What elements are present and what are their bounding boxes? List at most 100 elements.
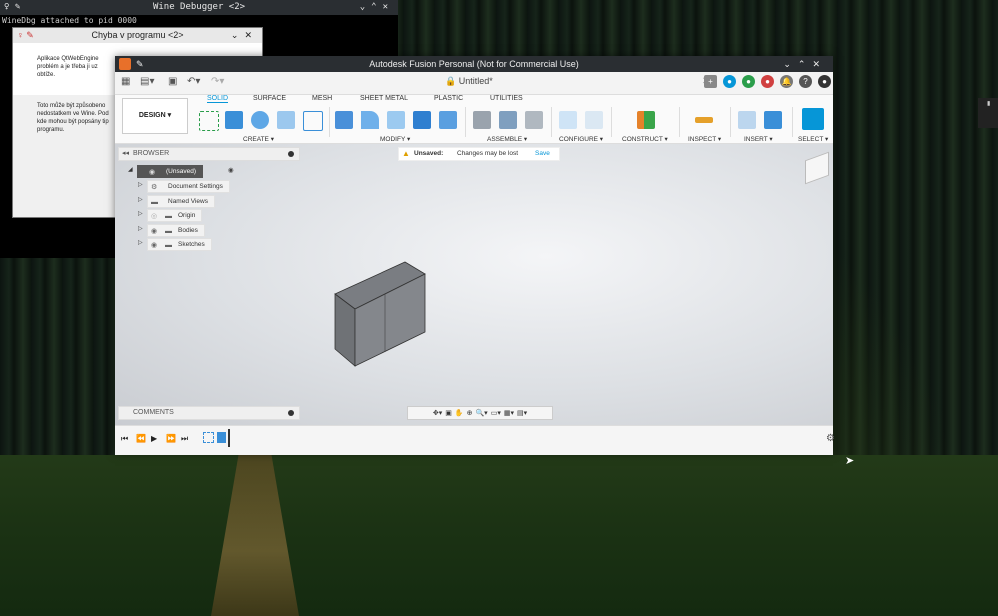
tree-item-chip[interactable]: ⚙ Document Settings xyxy=(147,180,230,193)
construct-plane-icon[interactable] xyxy=(637,111,655,129)
expand-triangle-icon[interactable]: ▷ xyxy=(138,195,143,206)
orbit-icon[interactable]: ✥▾ xyxy=(433,409,442,417)
expand-triangle-icon[interactable]: ▷ xyxy=(138,209,143,220)
hole-icon[interactable] xyxy=(277,111,295,129)
press-pull-icon[interactable] xyxy=(335,111,353,129)
error-dialog-titlebar[interactable]: ♀ ✎ Chyba v programu <2> ⌄✕ xyxy=(13,28,262,43)
window-pin-icon[interactable]: ♀ ✎ xyxy=(17,28,34,43)
measure-icon[interactable] xyxy=(695,117,713,123)
extrude-icon[interactable] xyxy=(225,111,243,129)
look-at-icon[interactable]: ▣ xyxy=(445,409,452,417)
go-to-end-icon[interactable]: ⏭ xyxy=(181,434,188,444)
configure-table-icon[interactable] xyxy=(585,111,603,129)
play-icon[interactable]: ▶ xyxy=(151,434,157,443)
eye-icon[interactable]: ◉ xyxy=(151,226,157,237)
expand-triangle-icon[interactable]: ▷ xyxy=(138,180,143,191)
create-group-label[interactable]: CREATE ▾ xyxy=(243,135,274,143)
wine-debugger-titlebar[interactable]: ♀ ✎ Wine Debugger <2> ⌄⌃✕ xyxy=(0,0,398,15)
insert-derive-icon[interactable] xyxy=(738,111,756,129)
tab-surface[interactable]: SURFACE xyxy=(253,95,286,102)
step-back-icon[interactable]: ⏪ xyxy=(136,434,146,443)
construct-group-label[interactable]: CONSTRUCT ▾ xyxy=(622,135,668,143)
pan-icon[interactable]: ✋ xyxy=(455,409,464,417)
activate-radio-icon[interactable]: ◉ xyxy=(228,165,234,176)
select-icon[interactable] xyxy=(802,108,824,130)
fusion-window[interactable]: ✎ Autodesk Fusion Personal (Not for Comm… xyxy=(115,56,835,455)
eye-icon[interactable]: ◉ xyxy=(149,167,155,178)
3d-viewport[interactable]: ◂◂ BROWSER ◢ ◉ (Unsaved) ◉ ▷ ⚙ Document … xyxy=(115,144,833,425)
collapse-triangle-icon[interactable]: ◢ xyxy=(128,165,133,176)
tab-mesh[interactable]: MESH xyxy=(312,95,332,102)
grid-settings-icon[interactable]: ▦▾ xyxy=(504,409,514,417)
viewcube[interactable] xyxy=(805,151,829,185)
tree-item-chip[interactable]: ▬ Named Views xyxy=(147,195,215,208)
collapse-icon[interactable]: ◂◂ xyxy=(122,148,129,160)
panel-pin-icon[interactable] xyxy=(288,410,294,416)
comments-panel-header[interactable]: COMMENTS xyxy=(118,406,300,420)
window-pin-icon[interactable]: ♀ ✎ xyxy=(4,0,20,15)
modify-group-label[interactable]: MODIFY ▾ xyxy=(380,135,410,143)
undo-icon[interactable]: ↶▾ xyxy=(187,76,200,87)
file-menu-icon[interactable]: ▤▾ xyxy=(140,76,154,87)
save-link[interactable]: Save xyxy=(535,148,550,160)
create-sketch-icon[interactable] xyxy=(199,111,219,131)
configure-icon[interactable] xyxy=(559,111,577,129)
combine-icon[interactable] xyxy=(413,111,431,129)
joint-icon[interactable] xyxy=(473,111,491,129)
tab-sheet-metal[interactable]: SHEET METAL xyxy=(360,95,408,102)
eye-icon[interactable]: ◉ xyxy=(151,240,157,251)
browser-panel-header[interactable]: ◂◂ BROWSER xyxy=(118,147,300,161)
3d-box-model[interactable] xyxy=(325,254,445,374)
tree-item-chip[interactable]: ◉ ▬ Bodies xyxy=(147,224,205,237)
insert-group-label[interactable]: INSERT ▾ xyxy=(744,135,773,143)
as-built-joint-icon[interactable] xyxy=(525,111,543,129)
select-group-label[interactable]: SELECT ▾ xyxy=(798,135,828,143)
fillet-icon[interactable] xyxy=(361,111,379,129)
timeline-sketch-icon[interactable] xyxy=(203,432,214,443)
pin-icon[interactable]: ✎ xyxy=(136,56,144,72)
tab-solid[interactable]: SOLID xyxy=(207,95,229,103)
pattern-icon[interactable] xyxy=(303,111,323,131)
panel-pin-icon[interactable] xyxy=(288,151,294,157)
user-avatar[interactable]: ● xyxy=(818,75,831,88)
expand-triangle-icon[interactable]: ▷ xyxy=(138,238,143,249)
configure-group-label[interactable]: CONFIGURE ▾ xyxy=(559,135,603,143)
help-icon[interactable]: ? xyxy=(799,75,812,88)
workspace-dropdown[interactable]: DESIGN ▾ xyxy=(122,98,188,134)
window-controls[interactable]: ⌄⌃✕ xyxy=(783,56,827,72)
inspect-group-label[interactable]: INSPECT ▾ xyxy=(688,135,721,143)
zoom-window-icon[interactable]: 🔍▾ xyxy=(475,409,487,417)
save-icon[interactable]: ▣ xyxy=(168,76,177,87)
timeline-extrude-icon[interactable] xyxy=(217,432,226,443)
tab-plastic[interactable]: PLASTIC xyxy=(434,95,463,102)
tree-item-chip[interactable]: ◎ ▬ Origin xyxy=(147,209,203,222)
timeline-settings-icon[interactable]: ⚙ xyxy=(826,433,835,444)
split-icon[interactable] xyxy=(439,111,457,129)
shell-icon[interactable] xyxy=(387,111,405,129)
job-status-icon[interactable]: ● xyxy=(742,75,755,88)
redo-icon[interactable]: ↷▾ xyxy=(211,76,224,87)
tree-root-chip[interactable]: ◉ (Unsaved) xyxy=(137,165,203,178)
fusion-titlebar[interactable]: ✎ Autodesk Fusion Personal (Not for Comm… xyxy=(115,56,833,72)
new-tab-icon[interactable]: + xyxy=(704,75,717,88)
grid-menu-icon[interactable]: ▦ xyxy=(121,76,130,87)
go-to-start-icon[interactable]: ⏮ xyxy=(121,434,128,444)
desktop-right-panel[interactable]: ▮ xyxy=(978,98,998,128)
extensions-icon[interactable]: ● xyxy=(723,75,736,88)
revolve-icon[interactable] xyxy=(251,111,269,129)
window-controls[interactable]: ⌄⌃✕ xyxy=(360,0,394,15)
eye-hidden-icon[interactable]: ◎ xyxy=(151,211,157,222)
tree-item-chip[interactable]: ◉ ▬ Sketches xyxy=(147,238,212,251)
bell-icon[interactable]: 🔔 xyxy=(780,75,793,88)
step-forward-icon[interactable]: ⏩ xyxy=(166,434,176,443)
document-tab[interactable]: 🔒 Untitled* xyxy=(445,76,493,87)
zoom-icon[interactable]: ⊕ xyxy=(467,409,473,417)
viewports-icon[interactable]: ▤▾ xyxy=(517,409,527,417)
assemble-group-label[interactable]: ASSEMBLE ▾ xyxy=(487,135,527,143)
notifications-icon[interactable]: ● xyxy=(761,75,774,88)
insert-canvas-icon[interactable] xyxy=(764,111,782,129)
new-component-icon[interactable] xyxy=(499,111,517,129)
tab-utilities[interactable]: UTILITIES xyxy=(490,95,523,102)
display-settings-icon[interactable]: ▭▾ xyxy=(491,409,501,417)
expand-triangle-icon[interactable]: ▷ xyxy=(138,224,143,235)
